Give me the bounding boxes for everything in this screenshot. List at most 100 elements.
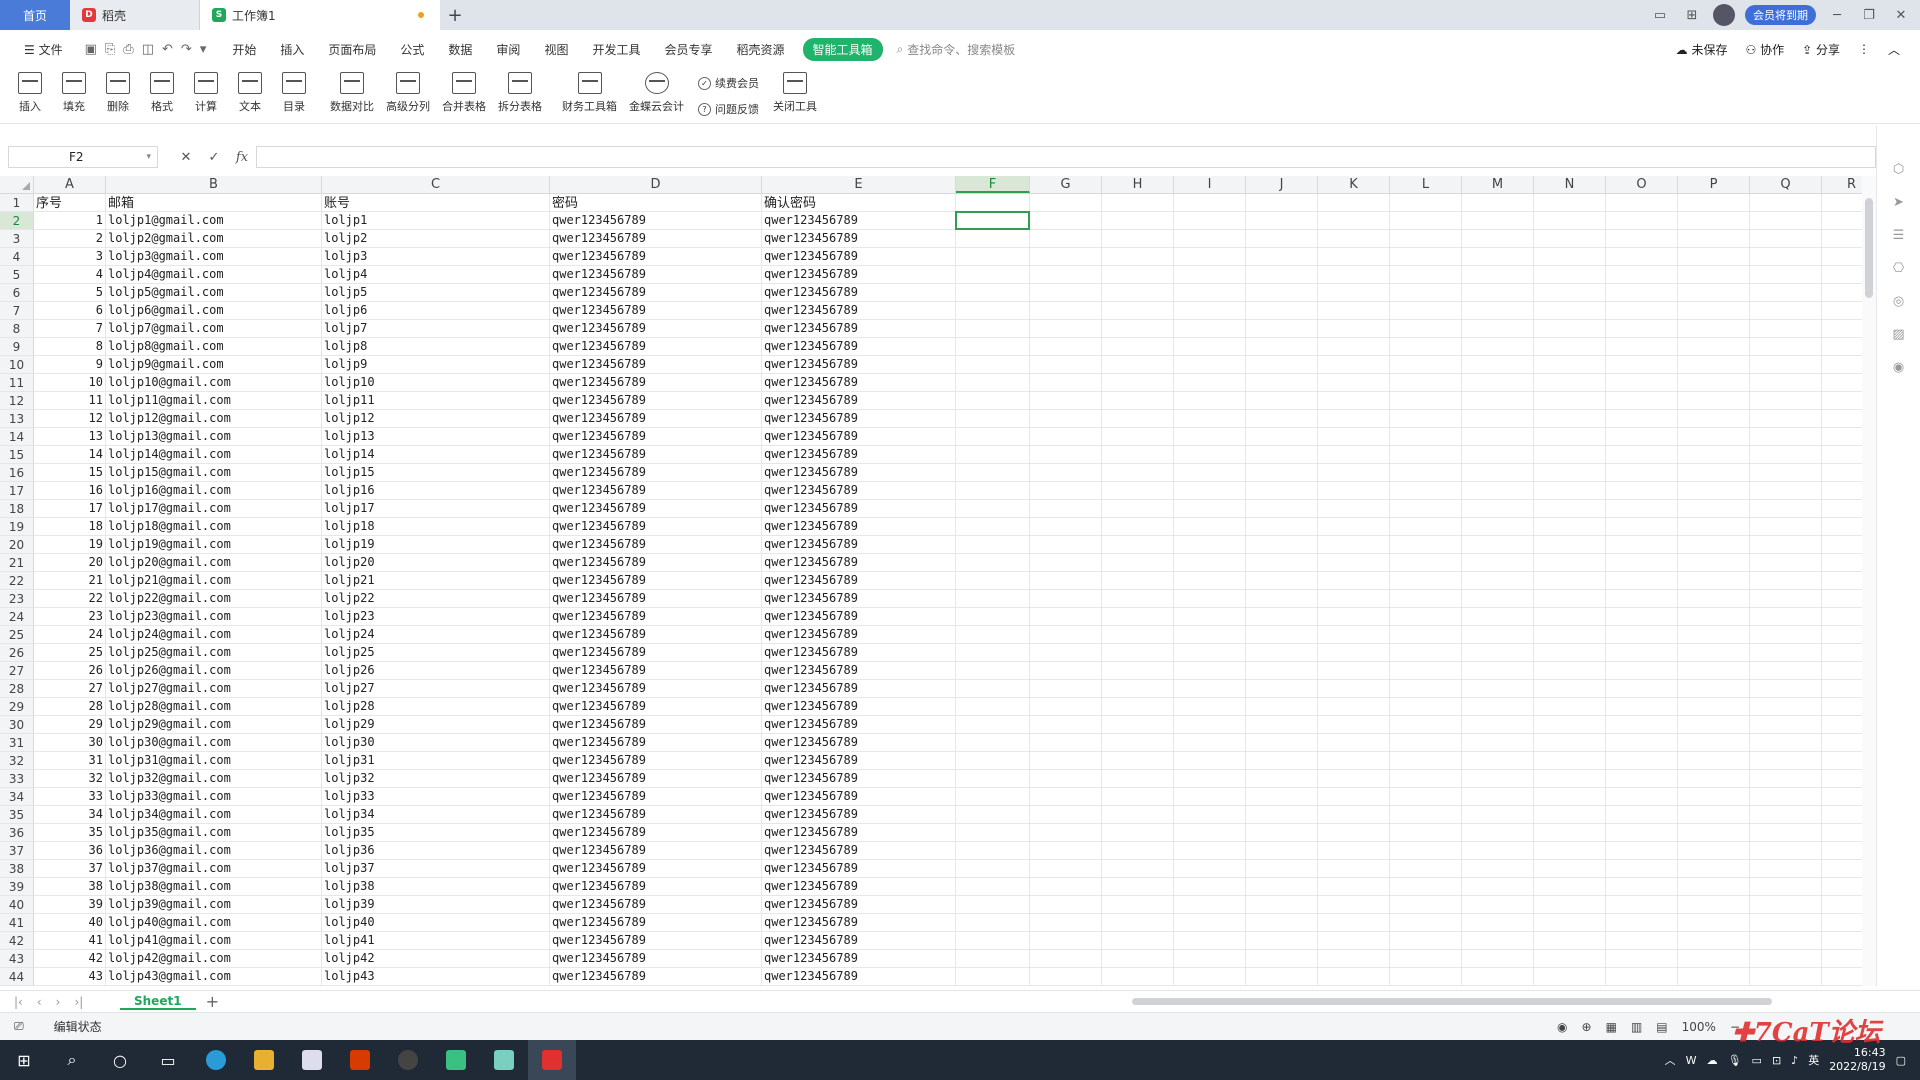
cell-r25[interactable] [1822,626,1864,644]
row-header[interactable]: 25 [0,626,34,644]
cell-p42[interactable] [1678,932,1750,950]
cell-i27[interactable] [1174,662,1246,680]
cell-k43[interactable] [1318,950,1390,968]
cell-o15[interactable] [1606,446,1678,464]
cell-p15[interactable] [1678,446,1750,464]
cell-o32[interactable] [1606,752,1678,770]
cell-a13[interactable]: 12 [34,410,106,428]
cell-n43[interactable] [1534,950,1606,968]
cell-l44[interactable] [1390,968,1462,986]
cell-p44[interactable] [1678,968,1750,986]
cell-j11[interactable] [1246,374,1318,392]
cell-k40[interactable] [1318,896,1390,914]
cell-i2[interactable] [1174,212,1246,230]
row-header[interactable]: 7 [0,302,34,320]
cell-b42[interactable]: loljp41@gmail.com [106,932,322,950]
cell-n38[interactable] [1534,860,1606,878]
cell-d38[interactable]: qwer123456789 [550,860,762,878]
row-header[interactable]: 24 [0,608,34,626]
cell-o43[interactable] [1606,950,1678,968]
cell-f8[interactable] [956,320,1030,338]
cell-r34[interactable] [1822,788,1864,806]
cell-i11[interactable] [1174,374,1246,392]
cell-h34[interactable] [1102,788,1174,806]
cell-q16[interactable] [1750,464,1822,482]
cell-m18[interactable] [1462,500,1534,518]
cell-l37[interactable] [1390,842,1462,860]
unsaved-button[interactable]: ☁ 未保存 [1676,41,1728,58]
cell-q15[interactable] [1750,446,1822,464]
cell-j40[interactable] [1246,896,1318,914]
row-header[interactable]: 22 [0,572,34,590]
cell-b18[interactable]: loljp17@gmail.com [106,500,322,518]
cell-r35[interactable] [1822,806,1864,824]
cell-e4[interactable]: qwer123456789 [762,248,956,266]
cell-i40[interactable] [1174,896,1246,914]
cell-n44[interactable] [1534,968,1606,986]
cell-a17[interactable]: 16 [34,482,106,500]
cell-g1[interactable] [1030,194,1102,212]
cell-q28[interactable] [1750,680,1822,698]
cell-g5[interactable] [1030,266,1102,284]
cell-q25[interactable] [1750,626,1822,644]
page-layout-view-icon[interactable]: ▥ [1631,1020,1642,1034]
cell-h21[interactable] [1102,554,1174,572]
cell-d22[interactable]: qwer123456789 [550,572,762,590]
cell-f16[interactable] [956,464,1030,482]
cell-r20[interactable] [1822,536,1864,554]
cell-a39[interactable]: 38 [34,878,106,896]
horizontal-scrollbar[interactable] [1118,996,1838,1006]
cell-e35[interactable]: qwer123456789 [762,806,956,824]
cell-n2[interactable] [1534,212,1606,230]
menu-item-member[interactable]: 会员专享 [652,41,724,58]
cell-a15[interactable]: 14 [34,446,106,464]
cell-a38[interactable]: 37 [34,860,106,878]
cell-e8[interactable]: qwer123456789 [762,320,956,338]
cell-i6[interactable] [1174,284,1246,302]
cell-k12[interactable] [1318,392,1390,410]
cell-d2[interactable]: qwer123456789 [550,212,762,230]
cell-m31[interactable] [1462,734,1534,752]
cell-i34[interactable] [1174,788,1246,806]
cell-k16[interactable] [1318,464,1390,482]
cell-c40[interactable]: loljp39 [322,896,550,914]
cell-g18[interactable] [1030,500,1102,518]
cell-i16[interactable] [1174,464,1246,482]
cell-p8[interactable] [1678,320,1750,338]
cell-j10[interactable] [1246,356,1318,374]
cell-r23[interactable] [1822,590,1864,608]
cell-k10[interactable] [1318,356,1390,374]
cell-l24[interactable] [1390,608,1462,626]
toc-tool-button[interactable]: 目录 [272,68,316,114]
cell-q37[interactable] [1750,842,1822,860]
cell-c20[interactable]: loljp19 [322,536,550,554]
cell-e14[interactable]: qwer123456789 [762,428,956,446]
settings-sliders-icon[interactable]: ☰ [1893,228,1905,243]
cell-p13[interactable] [1678,410,1750,428]
cell-b39[interactable]: loljp38@gmail.com [106,878,322,896]
cell-e33[interactable]: qwer123456789 [762,770,956,788]
cell-m35[interactable] [1462,806,1534,824]
undo-icon[interactable]: ↶ [162,42,173,57]
cell-m15[interactable] [1462,446,1534,464]
cell-d39[interactable]: qwer123456789 [550,878,762,896]
cell-j2[interactable] [1246,212,1318,230]
cell-r15[interactable] [1822,446,1864,464]
cell-c35[interactable]: loljp34 [322,806,550,824]
cell-b11[interactable]: loljp10@gmail.com [106,374,322,392]
cell-o26[interactable] [1606,644,1678,662]
cell-l43[interactable] [1390,950,1462,968]
cell-j18[interactable] [1246,500,1318,518]
cell-d10[interactable]: qwer123456789 [550,356,762,374]
cell-i42[interactable] [1174,932,1246,950]
cell-g44[interactable] [1030,968,1102,986]
cell-a3[interactable]: 2 [34,230,106,248]
sheet-tab-sheet1[interactable]: Sheet1 [120,994,196,1010]
text-tool-button[interactable]: 文本 [228,68,272,114]
cell-d25[interactable]: qwer123456789 [550,626,762,644]
cell-f7[interactable] [956,302,1030,320]
cell-a27[interactable]: 26 [34,662,106,680]
cell-b40[interactable]: loljp39@gmail.com [106,896,322,914]
cell-j16[interactable] [1246,464,1318,482]
cell-c32[interactable]: loljp31 [322,752,550,770]
